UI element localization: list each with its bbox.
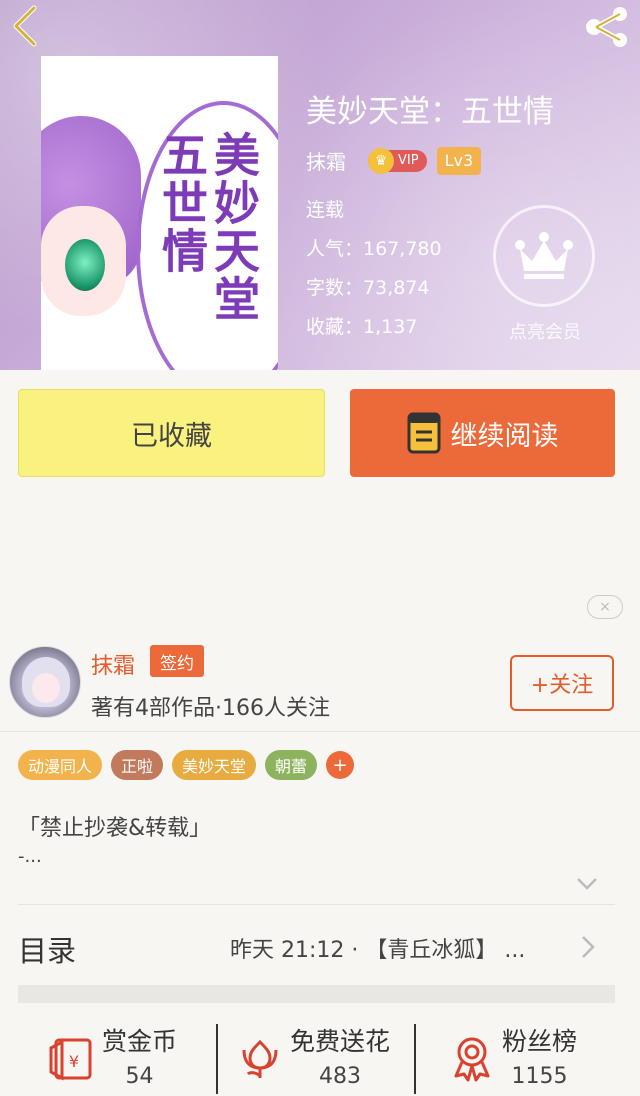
back-icon[interactable] [8,4,44,48]
book-cover[interactable]: 美妙天堂五世情 [41,56,278,370]
tag-item[interactable]: 动漫同人 [18,750,103,780]
crown-icon [515,232,573,279]
author-info: 著有4部作品·166人关注 [91,696,330,721]
reward-coins-button[interactable]: ¥ 赏金币 54 [48,1022,177,1092]
reward-label: 赏金币 [102,1027,178,1056]
divider [216,1024,218,1094]
reward-count: 54 [125,1064,154,1089]
continue-reading-button[interactable]: 继续阅读 [350,389,615,477]
flower-icon [242,1039,278,1078]
chevron-right-icon[interactable] [580,934,596,960]
flowers-count: 483 [319,1064,361,1089]
divider [18,904,615,905]
member-label[interactable]: 点亮会员 [490,318,600,344]
toc-label[interactable]: 目录 [18,928,76,970]
member-button[interactable] [493,205,595,307]
signed-badge: 签约 [150,645,204,677]
section-separator [18,985,615,1003]
tag-item[interactable]: 美妙天堂 [172,750,257,780]
popularity-value: 167,780 [363,238,442,260]
divider [0,731,640,732]
cover-eye [65,239,105,291]
send-flowers-button[interactable]: 免费送花 483 [236,1022,390,1092]
crown-icon: ♛ [368,147,394,174]
author-avatar[interactable] [9,646,81,718]
book-title: 美妙天堂：五世情 [306,94,554,130]
flowers-label: 免费送花 [290,1027,391,1056]
medal-icon [454,1037,490,1082]
continue-reading-label: 继续阅读 [450,420,559,452]
avatar-face [32,673,60,703]
share-icon[interactable] [582,6,632,48]
level-badge: Lv3 [436,146,482,175]
word-count-stat: 字数：73,874 [306,277,430,299]
status-text: 连载 [306,199,345,221]
description-line-1: 「禁止抄袭&转载」 [18,816,212,841]
header-author-name[interactable]: 抹霜 [306,146,346,175]
cover-title-art: 美妙天堂五世情 [155,131,261,323]
divider [414,1024,416,1094]
vip-badge: ♛ VIP [368,147,427,174]
popularity-stat: 人气：167,780 [306,238,442,260]
favorites-value: 1,137 [363,316,418,338]
description-line-2: -... [18,846,42,867]
tag-item[interactable]: 正啦 [111,750,164,780]
close-ad-icon[interactable]: × [587,595,623,619]
author-name[interactable]: 抹霜 [91,648,135,680]
book-icon [407,412,440,454]
toc-latest-chapter[interactable]: 昨天 21:12 · 【青丘冰狐】 ... [230,932,525,964]
vip-label: VIP [398,153,419,168]
book-header: 美妙天堂五世情 美妙天堂：五世情 抹霜 ♛ VIP Lv3 连载 人气：167,… [0,0,640,370]
fans-label: 粉丝榜 [502,1027,578,1056]
favorites-stat: 收藏：1,137 [306,316,418,338]
add-tag-button[interactable]: + [326,751,355,779]
follow-button[interactable]: +关注 [510,655,614,711]
author-line: 抹霜 ♛ VIP Lv3 [306,146,482,175]
svg-text:¥: ¥ [69,1052,79,1071]
chevron-down-icon[interactable] [576,876,598,892]
red-envelope-icon: ¥ [49,1038,92,1081]
tag-list: 动漫同人 正啦 美妙天堂 朝蕾 + [18,750,355,780]
collected-button[interactable]: 已收藏 [18,389,325,477]
fans-count: 1155 [511,1064,568,1089]
word-count-value: 73,874 [363,277,430,299]
fan-ranking-button[interactable]: 粉丝榜 1155 [448,1022,577,1092]
tag-item[interactable]: 朝蕾 [265,750,318,780]
